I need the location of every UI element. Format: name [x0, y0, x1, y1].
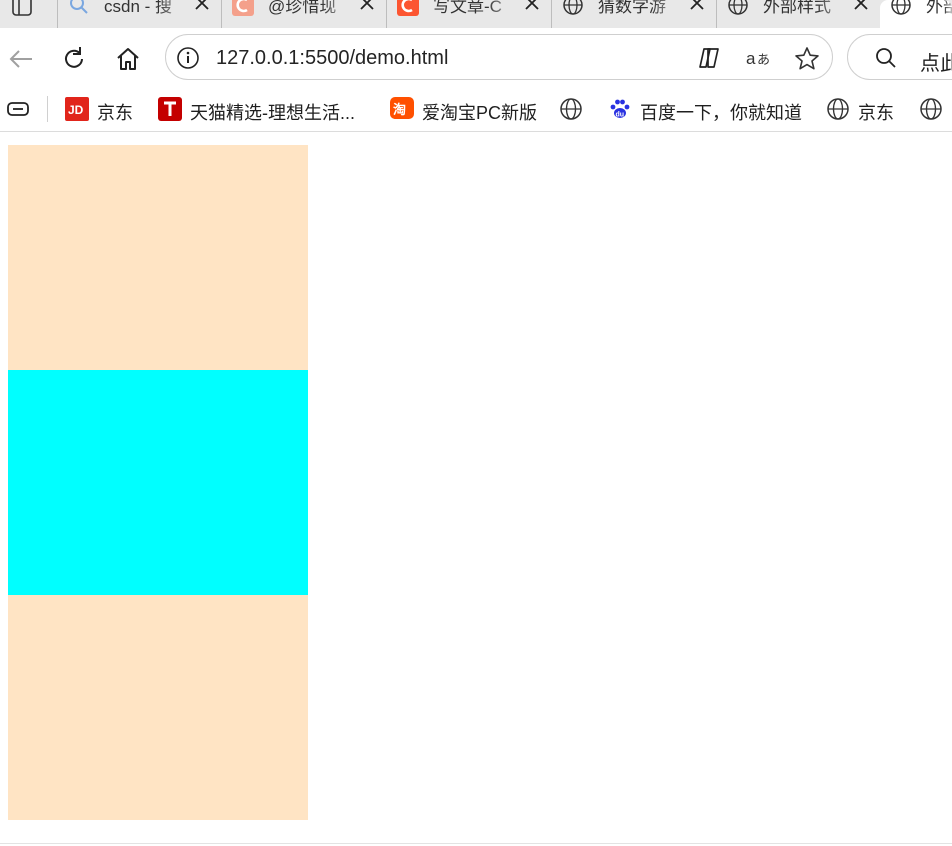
- search-icon: [876, 48, 896, 68]
- browser-toolbar: 127.0.0.1:5500/demo.html a あ 点此: [0, 28, 952, 90]
- tab-title: 外部: [926, 0, 952, 16]
- close-icon[interactable]: [852, 0, 870, 12]
- globe-icon: [891, 0, 911, 15]
- bookmarks-bar: JD 京东 天猫精选-理想生活... 淘 爱淘宝PC新版 du 百度一下，你就知…: [0, 90, 952, 132]
- tab-title: 写文章-C: [433, 0, 502, 16]
- jd-icon: JD: [65, 97, 89, 121]
- globe-icon: [728, 0, 748, 15]
- tab-csdn-profile[interactable]: @珍惜现: [221, 0, 386, 28]
- bookmark-label: 京东: [858, 103, 894, 123]
- svg-text:あ: あ: [757, 53, 770, 68]
- bookmark-label: 爱淘宝PC新版: [422, 103, 538, 123]
- close-icon[interactable]: [193, 0, 211, 12]
- address-url[interactable]: 127.0.0.1:5500/demo.html: [216, 47, 448, 70]
- tab-strip: csdn - 搜 @珍惜现 写文章-C 猜数字游 外部样式 外部: [0, 0, 952, 28]
- back-button[interactable]: [6, 44, 36, 74]
- collections-button[interactable]: [6, 96, 32, 122]
- tab-active[interactable]: 外部: [880, 0, 952, 28]
- block-top: [8, 145, 308, 370]
- bookmark-jd-globe[interactable]: 京东: [826, 96, 901, 123]
- window-bottom-border: [0, 843, 952, 844]
- svg-text:a: a: [746, 49, 756, 68]
- tab-csdn-write[interactable]: 写文章-C: [386, 0, 551, 28]
- close-icon[interactable]: [358, 0, 376, 12]
- search-box[interactable]: 点此: [847, 34, 952, 80]
- tab-actions-button[interactable]: [0, 0, 48, 28]
- globe-icon: [560, 98, 582, 120]
- collections-icon: [7, 102, 29, 116]
- copilot-icon[interactable]: [696, 45, 722, 71]
- tab-title: @珍惜现: [268, 0, 337, 16]
- bookmark-tmall[interactable]: 天猫精选-理想生活...: [158, 96, 368, 123]
- svg-text:du: du: [616, 112, 625, 119]
- search-box-text: 点此: [920, 53, 952, 75]
- globe-icon: [827, 98, 849, 120]
- bookmark-label: 京东: [97, 103, 133, 123]
- read-aloud-icon[interactable]: a あ: [745, 45, 773, 71]
- close-icon[interactable]: [688, 0, 706, 12]
- tab-csdn-search[interactable]: csdn - 搜: [57, 0, 221, 28]
- tab-title: csdn - 搜: [104, 0, 173, 16]
- favorite-star-icon[interactable]: [793, 45, 821, 73]
- reload-button[interactable]: [59, 44, 89, 74]
- home-button[interactable]: [113, 44, 143, 74]
- tab-title: 外部样式: [763, 0, 831, 16]
- bookmark-globe-overflow[interactable]: [919, 96, 952, 122]
- taobao-icon: 淘: [390, 97, 414, 119]
- bookmark-aitaobao[interactable]: 淘 爱淘宝PC新版: [390, 96, 540, 123]
- block-middle: [8, 370, 308, 595]
- home-icon: [117, 48, 139, 70]
- page-viewport: [0, 132, 952, 846]
- tab-title: 猜数字游: [598, 0, 666, 16]
- close-icon[interactable]: [523, 0, 541, 12]
- address-bar[interactable]: 127.0.0.1:5500/demo.html a あ: [165, 34, 833, 80]
- bookmark-label: 天猫精选-理想生活...: [190, 103, 355, 123]
- tab-guess-number[interactable]: 猜数字游: [551, 0, 716, 28]
- globe-icon: [920, 98, 942, 120]
- bookmarks-divider: [47, 96, 48, 122]
- search-icon: [70, 0, 88, 14]
- tab-external-style[interactable]: 外部样式: [716, 0, 880, 28]
- bookmark-baidu[interactable]: du 百度一下，你就知道: [608, 96, 808, 123]
- svg-text:JD: JD: [68, 103, 84, 117]
- globe-icon: [563, 0, 583, 15]
- site-info-icon[interactable]: [176, 46, 200, 70]
- back-arrow-icon: [9, 50, 32, 68]
- csdn-c-icon: [232, 0, 254, 16]
- svg-text:淘: 淘: [393, 102, 406, 118]
- bookmark-jd[interactable]: JD 京东: [65, 96, 140, 123]
- bookmark-globe[interactable]: [559, 96, 585, 122]
- block-bottom: [8, 595, 308, 820]
- bookmark-label: 百度一下，你就知道: [640, 103, 802, 123]
- tmall-icon: [158, 97, 182, 121]
- reload-icon: [65, 47, 83, 68]
- csdn-c-icon: [397, 0, 419, 16]
- baidu-icon: du: [610, 99, 630, 119]
- tab-actions-icon: [12, 0, 32, 16]
